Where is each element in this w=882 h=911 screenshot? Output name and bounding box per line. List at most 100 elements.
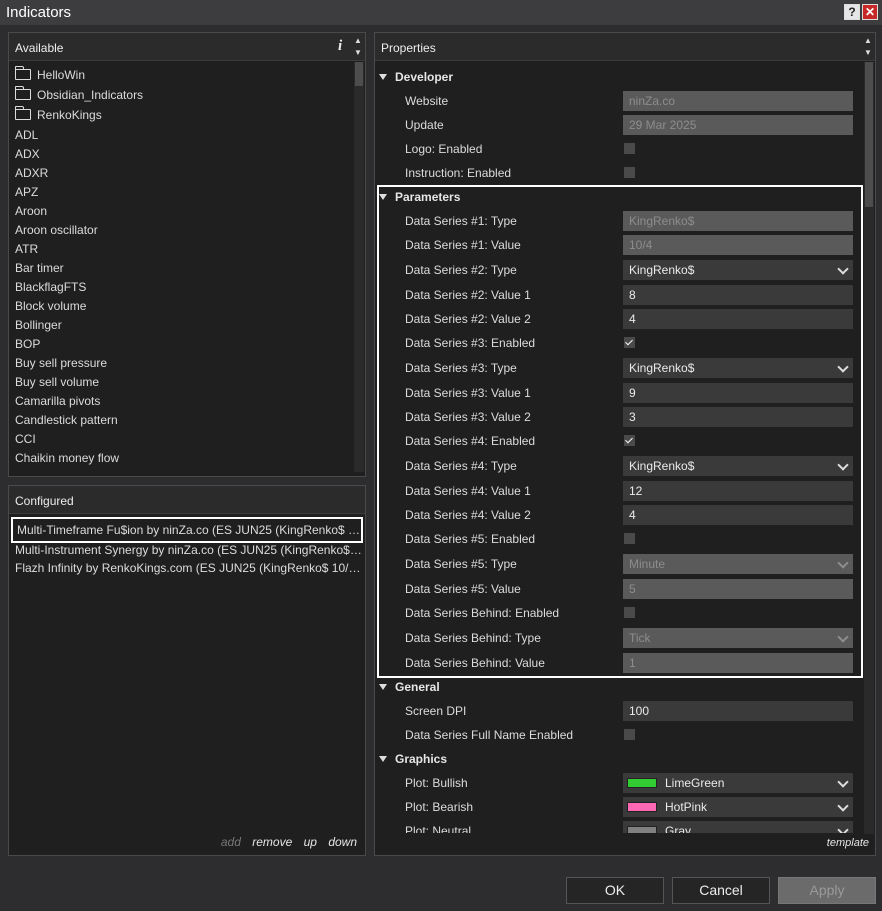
indicator-item[interactable]: Candlestick pattern: [15, 411, 118, 430]
ds3-value1-input[interactable]: 9: [623, 383, 853, 403]
ds3-type-select[interactable]: KingRenko$: [623, 358, 853, 378]
info-icon[interactable]: i: [338, 38, 342, 55]
available-scrollbar-thumb[interactable]: [355, 62, 363, 86]
full-name-enabled-checkbox[interactable]: [624, 729, 635, 740]
collapse-triangle-icon[interactable]: [379, 74, 387, 80]
remove-link[interactable]: remove: [252, 835, 292, 849]
indicator-item[interactable]: Block volume: [15, 297, 86, 316]
collapse-triangle-icon[interactable]: [379, 684, 387, 690]
ok-button[interactable]: OK: [566, 877, 664, 904]
indicator-item[interactable]: BlackflagFTS: [15, 278, 86, 297]
indicator-item[interactable]: ADL: [15, 126, 38, 145]
prop-label: Data Series #2: Value 2: [405, 312, 531, 326]
folder-item[interactable]: Obsidian_Indicators: [15, 86, 143, 105]
prop-label: Data Series #1: Type: [405, 214, 517, 228]
prop-label: Website: [405, 94, 449, 108]
indicator-item[interactable]: Camarilla pivots: [15, 392, 100, 411]
prop-label: Data Series #2: Type: [405, 263, 517, 277]
prop-label: Data Series #4: Enabled: [405, 434, 536, 448]
logo-enabled-checkbox[interactable]: [624, 143, 635, 154]
title-bar: Indicators ? ✕: [0, 0, 882, 25]
ds2-value1-input[interactable]: 8: [623, 285, 853, 305]
collapse-triangle-icon[interactable]: [379, 756, 387, 762]
prop-label: Plot: Neutral: [405, 824, 472, 833]
indicator-item[interactable]: ADX: [15, 145, 40, 164]
update-field: 29 Mar 2025: [623, 115, 853, 135]
plot-bearish-select[interactable]: HotPink: [623, 797, 853, 817]
indicator-item[interactable]: Aroon: [15, 202, 47, 221]
prop-label: Data Series #5: Enabled: [405, 532, 536, 546]
plot-bullish-select[interactable]: LimeGreen: [623, 773, 853, 793]
instruction-enabled-checkbox[interactable]: [624, 167, 635, 178]
configured-panel: Configured Multi-Timeframe Fu$ion by nin…: [8, 485, 366, 856]
screen-dpi-input[interactable]: 100: [623, 701, 853, 721]
plot-neutral-select[interactable]: Gray: [623, 821, 853, 833]
folder-item[interactable]: HelloWin: [15, 66, 85, 85]
ds4-value1-input[interactable]: 12: [623, 481, 853, 501]
indicator-item[interactable]: APZ: [15, 183, 38, 202]
ds-behind-enabled-checkbox[interactable]: [624, 607, 635, 618]
available-list: HelloWin Obsidian_Indicators RenkoKings …: [9, 66, 349, 471]
ds1-value-field: 10/4: [623, 235, 853, 255]
ds2-value2-input[interactable]: 4: [623, 309, 853, 329]
indicator-item[interactable]: Aroon oscillator: [15, 221, 98, 240]
properties-header: Properties ▲ ▼: [375, 33, 875, 61]
down-link[interactable]: down: [328, 835, 357, 849]
color-swatch: [627, 778, 657, 788]
properties-scrollbar[interactable]: [864, 62, 874, 834]
indicator-item[interactable]: ADXR: [15, 164, 48, 183]
folder-item[interactable]: RenkoKings: [15, 106, 102, 125]
apply-button[interactable]: Apply: [778, 877, 876, 904]
category-general[interactable]: General: [379, 677, 440, 697]
available-scrollbar[interactable]: [354, 62, 364, 472]
properties-panel: Properties ▲ ▼ Developer Website ninZa.co…: [374, 32, 876, 856]
indicator-item[interactable]: Chaikin money flow: [15, 449, 119, 468]
configured-actions: add remove up down: [213, 835, 357, 849]
ds4-value2-input[interactable]: 4: [623, 505, 853, 525]
category-graphics[interactable]: Graphics: [379, 749, 447, 769]
prop-label: Data Series #3: Value 1: [405, 386, 531, 400]
indicator-item[interactable]: Bar timer: [15, 259, 64, 278]
prop-label: Plot: Bullish: [405, 776, 468, 790]
indicator-item[interactable]: Buy sell volume: [15, 373, 99, 392]
indicator-item[interactable]: Bollinger: [15, 316, 62, 335]
prop-label: Data Series Behind: Value: [405, 656, 545, 670]
prop-label: Data Series #4: Value 1: [405, 484, 531, 498]
configured-header: Configured: [9, 486, 365, 514]
properties-title: Properties: [381, 41, 436, 55]
properties-scroll-arrows-icon[interactable]: ▲ ▼: [863, 35, 873, 59]
indicator-item[interactable]: Buy sell pressure: [15, 354, 107, 373]
prop-label: Data Series #1: Value: [405, 238, 521, 252]
ds-behind-value-input: 1: [623, 653, 853, 673]
prop-label: Data Series #3: Value 2: [405, 410, 531, 424]
ds3-value2-input[interactable]: 3: [623, 407, 853, 427]
category-parameters[interactable]: Parameters: [379, 187, 460, 207]
properties-scrollbar-thumb[interactable]: [865, 62, 873, 207]
window-title: Indicators: [6, 4, 72, 21]
folder-icon: [15, 106, 31, 120]
cancel-button[interactable]: Cancel: [672, 877, 770, 904]
indicator-item[interactable]: ATR: [15, 240, 38, 259]
template-link[interactable]: template: [827, 837, 869, 849]
configured-item[interactable]: Multi-Instrument Synergy by ninZa.co (ES…: [11, 540, 363, 560]
available-scroll-arrows-icon[interactable]: ▲ ▼: [353, 35, 363, 59]
indicator-item[interactable]: BOP: [15, 335, 40, 354]
ds1-type-field: KingRenko$: [623, 211, 853, 231]
ds5-enabled-checkbox[interactable]: [624, 533, 635, 544]
color-swatch: [627, 802, 657, 812]
help-button[interactable]: ?: [844, 4, 860, 20]
ds3-enabled-checkbox[interactable]: [624, 337, 635, 348]
ds4-type-select[interactable]: KingRenko$: [623, 456, 853, 476]
configured-title: Configured: [15, 494, 74, 508]
category-developer[interactable]: Developer: [379, 67, 453, 87]
ds2-type-select[interactable]: KingRenko$: [623, 260, 853, 280]
ds4-enabled-checkbox[interactable]: [624, 435, 635, 446]
up-link[interactable]: up: [304, 835, 317, 849]
indicator-item[interactable]: CCI: [15, 430, 36, 449]
prop-label: Data Series #3: Type: [405, 361, 517, 375]
configured-item[interactable]: Flazh Infinity by RenkoKings.com (ES JUN…: [11, 558, 363, 578]
prop-label: Data Series Behind: Type: [405, 631, 541, 645]
add-link[interactable]: add: [221, 835, 241, 849]
close-button[interactable]: ✕: [862, 4, 878, 20]
collapse-triangle-icon[interactable]: [379, 194, 387, 200]
